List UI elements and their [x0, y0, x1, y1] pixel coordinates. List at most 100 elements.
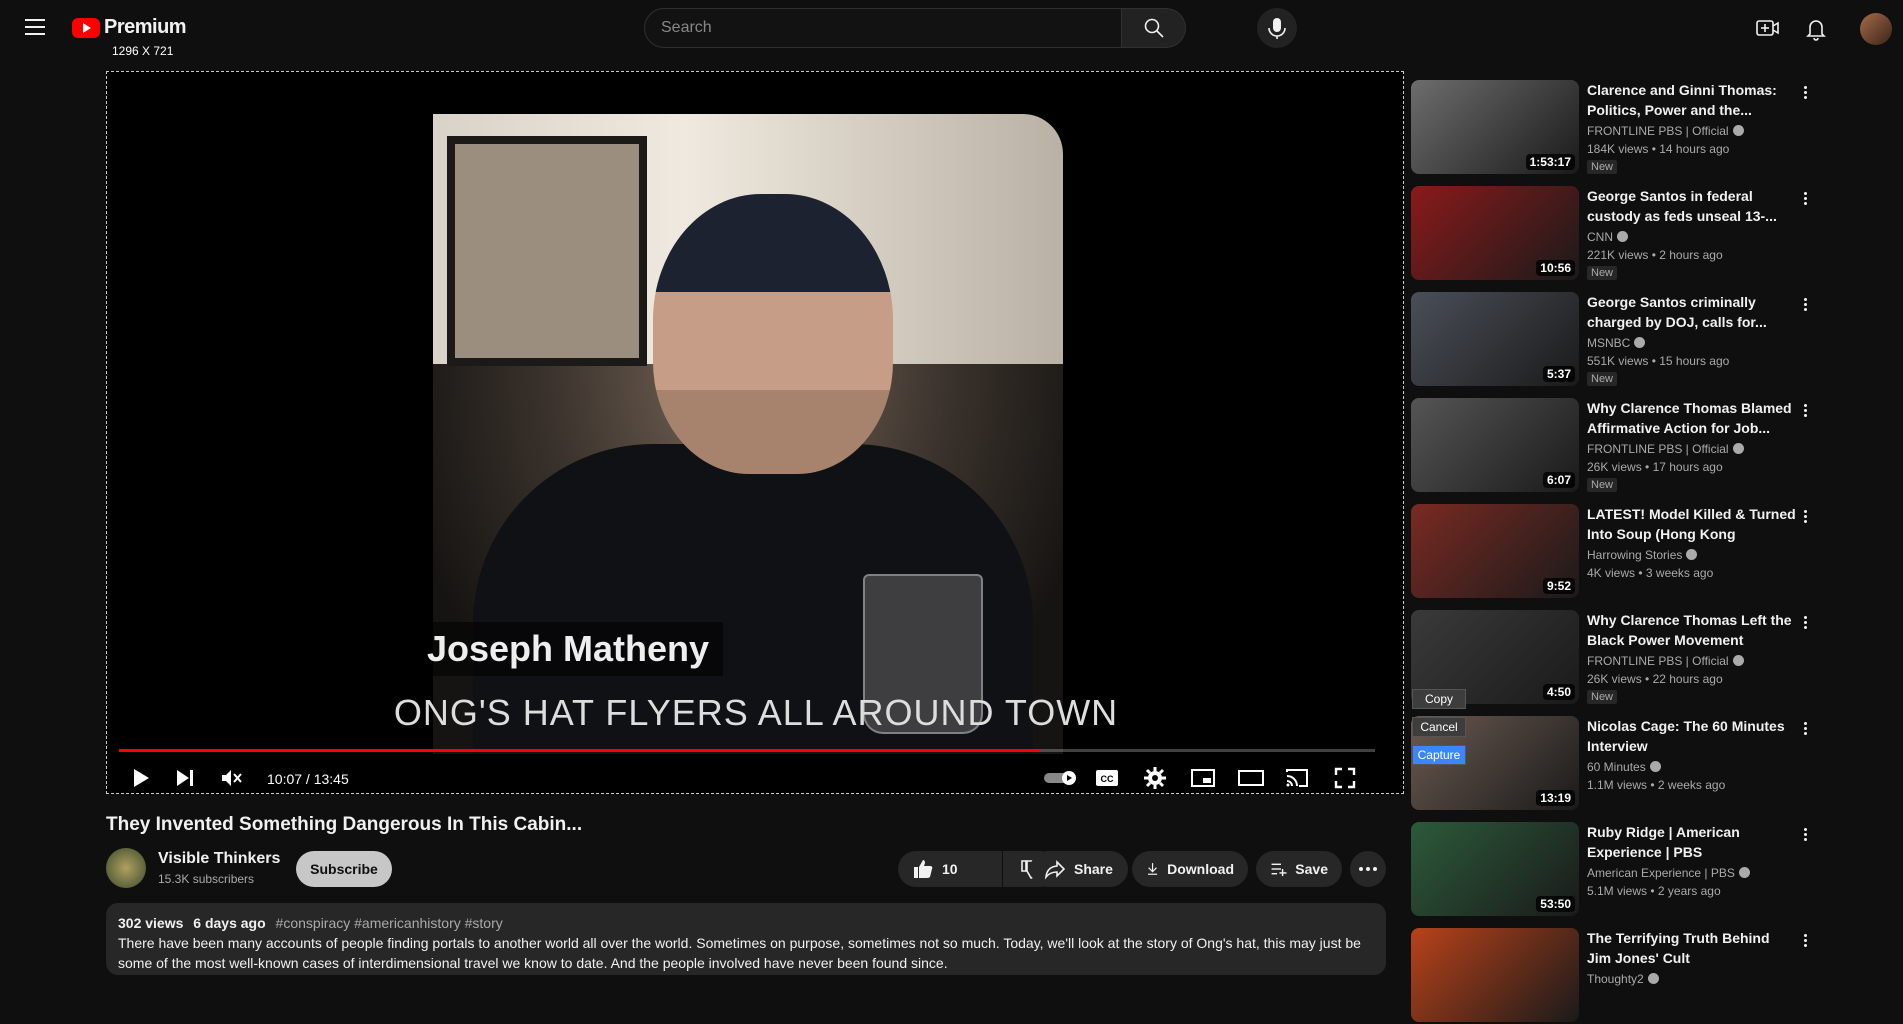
recommendation-channel[interactable]: FRONTLINE PBS | Official [1587, 654, 1744, 668]
verified-icon [1649, 761, 1661, 772]
recommendation-title[interactable]: The Terrifying Truth Behind Jim Jones' C… [1587, 928, 1797, 968]
save-label: Save [1295, 861, 1328, 877]
recommendation-views: 1.1M views [1587, 778, 1648, 792]
autoplay-toggle[interactable] [1043, 764, 1079, 792]
save-button[interactable]: Save [1256, 851, 1342, 887]
description-box[interactable]: 302 views 6 days ago #conspiracy #americ… [106, 903, 1386, 975]
more-vertical-icon[interactable] [1797, 826, 1813, 846]
hashtags[interactable]: #conspiracy #americanhistory #story [276, 915, 503, 931]
recommendation-channel[interactable]: Thoughty2 [1587, 972, 1659, 986]
recommendation-item[interactable]: 6:07 Why Clarence Thomas Blamed Affirmati… [1411, 398, 1811, 494]
logo-text: Premium [104, 16, 187, 38]
recommendation-thumbnail[interactable]: 5:37 [1411, 292, 1579, 386]
more-vertical-icon[interactable] [1797, 296, 1813, 316]
share-icon [1044, 860, 1066, 880]
recommendation-title[interactable]: Clarence and Ginni Thomas: Politics, Pow… [1587, 80, 1797, 120]
copy-button[interactable]: Copy [1412, 689, 1466, 709]
recommendation-item[interactable]: 53:50 Ruby Ridge | American Experience | … [1411, 822, 1811, 918]
notifications-button[interactable] [1800, 12, 1832, 44]
like-button[interactable]: 10 [898, 851, 1002, 887]
recommendation-thumbnail[interactable]: 1:53:17 [1411, 80, 1579, 174]
recommendation-thumbnail[interactable]: 6:07 [1411, 398, 1579, 492]
cast-icon [1286, 769, 1308, 787]
search-input[interactable] [644, 8, 1122, 48]
view-count: 302 views [118, 915, 184, 931]
share-button[interactable]: Share [1030, 851, 1128, 887]
recommendation-thumbnail[interactable]: 9:52 [1411, 504, 1579, 598]
search-icon [1144, 18, 1164, 38]
more-vertical-icon[interactable] [1797, 932, 1813, 952]
subscribe-button[interactable]: Subscribe [296, 851, 392, 887]
recommendation-thumbnail[interactable]: 10:56 [1411, 186, 1579, 280]
captions-button[interactable]: CC [1093, 764, 1121, 792]
youtube-logo[interactable]: Premium [72, 16, 187, 39]
verified-icon [1732, 655, 1744, 666]
recommendation-channel-name: 60 Minutes [1587, 760, 1646, 774]
video-duration: 4:50 [1542, 684, 1575, 700]
recommendation-item[interactable]: 5:37 George Santos criminally charged by … [1411, 292, 1811, 388]
recommendation-views: 26K views [1587, 460, 1642, 474]
next-button[interactable] [171, 764, 199, 792]
voice-search-button[interactable] [1257, 8, 1297, 48]
channel-name[interactable]: Visible Thinkers [158, 850, 280, 868]
recommendation-title[interactable]: Why Clarence Thomas Left the Black Power… [1587, 610, 1797, 650]
recommendation-channel-name: FRONTLINE PBS | Official [1587, 124, 1729, 138]
recommendation-stats: 5.1M views • 2 years ago [1587, 884, 1721, 898]
recommendation-title[interactable]: George Santos criminally charged by DOJ,… [1587, 292, 1797, 332]
theater-mode-icon [1238, 770, 1264, 786]
recommendation-title[interactable]: Why Clarence Thomas Blamed Affirmative A… [1587, 398, 1797, 438]
hamburger-menu-icon[interactable] [22, 14, 48, 40]
new-badge: New [1587, 160, 1618, 174]
subscriber-count: 15.3K subscribers [158, 872, 255, 886]
video-duration: 10:56 [1536, 260, 1575, 276]
capture-button[interactable]: Capture [1412, 745, 1466, 765]
channel-avatar[interactable] [106, 848, 146, 888]
recommendation-age: 14 hours ago [1659, 142, 1730, 156]
recommendation-item[interactable]: 9:52 LATEST! Model Killed & Turned Into S… [1411, 504, 1811, 600]
more-vertical-icon[interactable] [1797, 720, 1813, 740]
more-vertical-icon[interactable] [1797, 614, 1813, 634]
search-button[interactable] [1122, 8, 1186, 48]
create-button[interactable] [1751, 12, 1783, 44]
fullscreen-button[interactable] [1331, 764, 1359, 792]
play-button[interactable] [127, 764, 155, 792]
recommendation-item[interactable]: The Terrifying Truth Behind Jim Jones' C… [1411, 928, 1811, 1024]
recommendation-title[interactable]: Ruby Ridge | American Experience | PBS [1587, 822, 1797, 862]
settings-button[interactable] [1141, 764, 1169, 792]
more-vertical-icon[interactable] [1797, 190, 1813, 210]
recommendation-channel[interactable]: 60 Minutes [1587, 760, 1661, 774]
recommendation-thumbnail[interactable]: 53:50 [1411, 822, 1579, 916]
more-actions-button[interactable] [1350, 851, 1386, 887]
recommendation-item[interactable]: 4:50 Why Clarence Thomas Left the Black P… [1411, 610, 1811, 706]
recommendation-title[interactable]: Nicolas Cage: The 60 Minutes Interview [1587, 716, 1797, 756]
recommendation-item[interactable]: 13:19 Nicolas Cage: The 60 Minutes Interv… [1411, 716, 1811, 812]
account-avatar[interactable] [1860, 13, 1892, 45]
recommendation-channel[interactable]: FRONTLINE PBS | Official [1587, 124, 1744, 138]
recommendation-stats: 551K views • 15 hours ago [1587, 354, 1730, 368]
download-button[interactable]: Download [1132, 851, 1248, 887]
recommendation-item[interactable]: 1:53:17 Clarence and Ginni Thomas: Politi… [1411, 80, 1811, 176]
video-player[interactable]: Joseph Matheny ONG'S HAT FLYERS ALL AROU… [106, 71, 1404, 794]
more-vertical-icon[interactable] [1797, 84, 1813, 104]
progress-bar[interactable] [119, 749, 1375, 752]
more-vertical-icon[interactable] [1797, 402, 1813, 422]
recommendation-channel[interactable]: American Experience | PBS [1587, 866, 1750, 880]
recommendation-title[interactable]: LATEST! Model Killed & Turned Into Soup … [1587, 504, 1797, 544]
recommendation-channel[interactable]: CNN [1587, 230, 1628, 244]
recommendation-views: 184K views [1587, 142, 1649, 156]
video-duration: 9:52 [1542, 578, 1575, 594]
theater-mode-button[interactable] [1237, 764, 1265, 792]
recommendation-channel[interactable]: Harrowing Stories [1587, 548, 1698, 562]
recommendation-item[interactable]: 10:56 George Santos in federal custody as… [1411, 186, 1811, 282]
recommendation-channel[interactable]: MSNBC [1587, 336, 1646, 350]
more-horizontal-icon [1359, 867, 1377, 871]
cancel-button[interactable]: Cancel [1412, 717, 1466, 737]
recommendation-title[interactable]: George Santos in federal custody as feds… [1587, 186, 1797, 226]
recommendation-channel[interactable]: FRONTLINE PBS | Official [1587, 442, 1744, 456]
mute-button[interactable] [217, 764, 245, 792]
more-vertical-icon[interactable] [1797, 508, 1813, 528]
recommendation-thumbnail[interactable] [1411, 928, 1579, 1022]
cast-button[interactable] [1283, 764, 1311, 792]
miniplayer-button[interactable] [1189, 764, 1217, 792]
volume-muted-icon [222, 770, 242, 786]
